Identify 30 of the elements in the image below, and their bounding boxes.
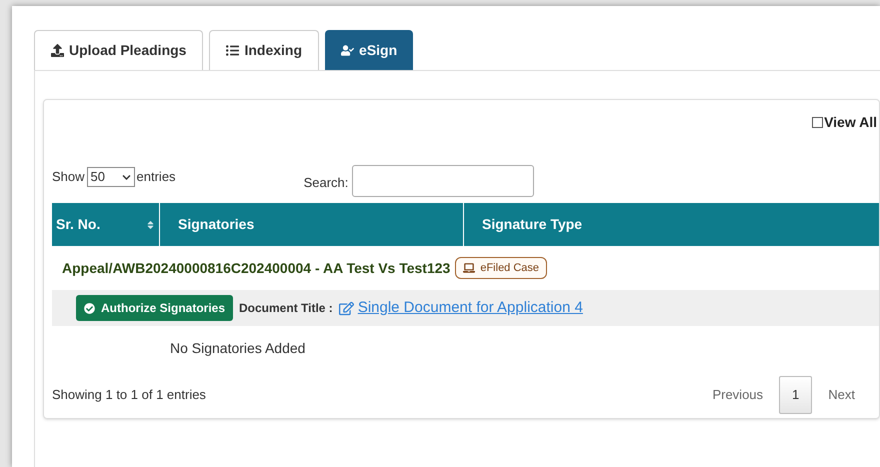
view-all-label: View All xyxy=(824,113,877,132)
page-button[interactable]: 1 xyxy=(779,376,812,414)
authorize-signatories-button[interactable]: Authorize Signatories xyxy=(76,295,234,321)
search-label: Search: xyxy=(304,174,348,192)
show-label: Show xyxy=(52,168,85,186)
list-icon xyxy=(226,44,240,57)
column-header[interactable]: Sr. No. xyxy=(52,203,160,246)
upload-icon xyxy=(51,44,64,57)
sort-icon xyxy=(146,220,155,230)
user-check-icon xyxy=(341,44,354,56)
entries-label: entries xyxy=(136,168,176,186)
document-link[interactable]: Single Document for Application 4 xyxy=(338,296,583,320)
column-header[interactable]: Signatories xyxy=(160,203,464,246)
tab[interactable]: Upload Pleadings xyxy=(34,30,204,70)
view-all-checkbox[interactable] xyxy=(812,117,824,128)
efiled-badge: eFiled Case xyxy=(455,257,548,279)
tab[interactable]: Indexing xyxy=(209,30,320,70)
column-header[interactable]: Signature Type xyxy=(464,203,879,246)
edit-icon xyxy=(338,300,354,316)
tab[interactable]: eSign xyxy=(325,30,414,70)
empty-message: No Signatories Added xyxy=(170,338,306,358)
search-field[interactable] xyxy=(352,165,534,197)
page-button[interactable]: Next xyxy=(816,376,867,414)
table-info: Showing 1 to 1 of 1 entries xyxy=(52,386,206,404)
laptop-icon xyxy=(463,262,476,274)
case-title: Appeal/AWB20240000816C202400004 - AA Test Vs Test123 xyxy=(62,258,450,278)
page-button[interactable]: Previous xyxy=(700,376,776,414)
entries-select[interactable]: 50 xyxy=(86,167,135,187)
document-title-label: Document Title : xyxy=(239,300,333,317)
chevron-icon xyxy=(122,172,131,182)
